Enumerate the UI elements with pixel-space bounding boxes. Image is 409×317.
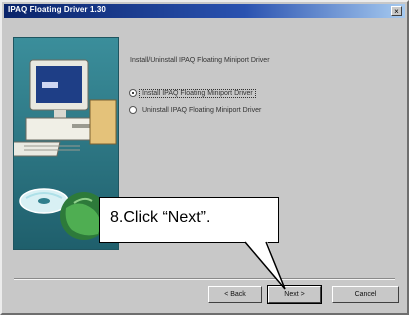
setup-dialog: IPAQ Floating Driver 1.30 × Install/Unin… [0, 0, 409, 315]
callout-text: 8.Click “Next”. [110, 209, 211, 226]
callout-pointer [244, 241, 286, 290]
